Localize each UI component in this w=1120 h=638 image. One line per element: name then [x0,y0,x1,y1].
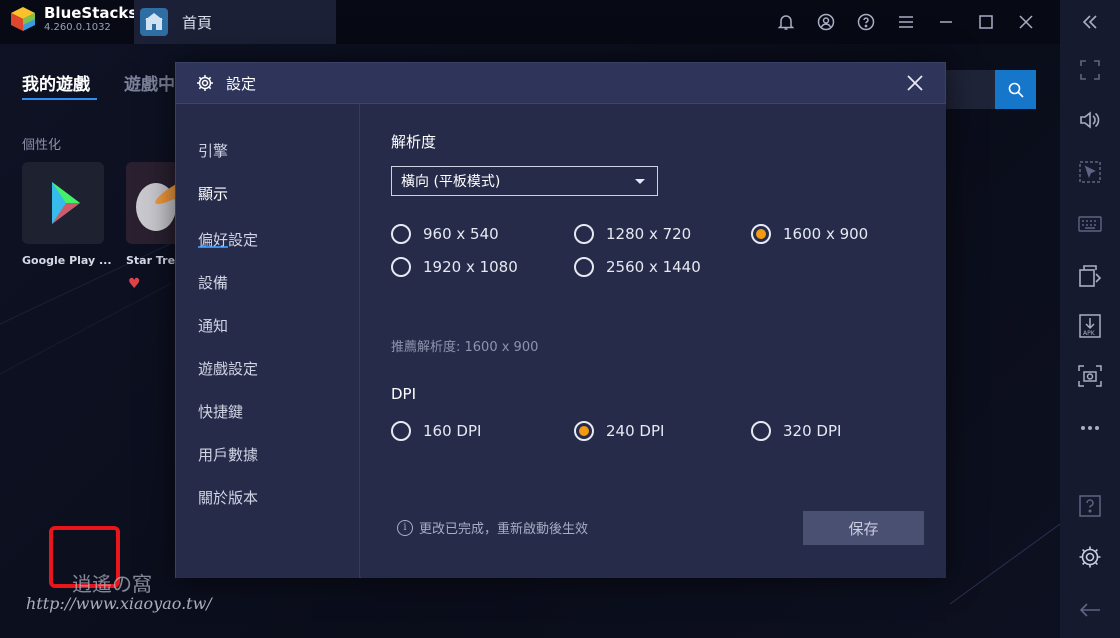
radio-dpi-240[interactable]: 240 DPI [574,421,664,441]
search-box[interactable] [944,70,1036,109]
pointer-mode-icon[interactable] [1060,152,1120,192]
close-icon [907,75,923,91]
nav-item-notifications[interactable]: 通知 [198,315,228,336]
collapse-sidebar-icon[interactable] [1060,0,1120,44]
orientation-select[interactable]: 橫向 (平板模式) [391,166,658,196]
radio-label: 160 DPI [423,422,482,440]
radio-res-1600x900[interactable]: 1600 x 900 [751,224,868,244]
help-icon[interactable] [846,0,886,44]
radio-circle [574,257,594,277]
multi-instance-icon[interactable] [1060,256,1120,296]
chevron-down-icon [635,179,645,184]
fullscreen-icon[interactable] [1060,50,1120,90]
settings-gear-icon[interactable] [1060,537,1120,577]
back-arrow-icon[interactable] [1060,590,1120,630]
tab-in-game[interactable]: 遊戲中 [124,70,175,95]
notification-bell-icon[interactable] [766,0,806,44]
nav-item-device[interactable]: 設備 [198,272,228,293]
keyboard-icon[interactable] [1060,204,1120,244]
close-window-icon[interactable] [1006,0,1046,44]
personalize-label[interactable]: 個性化 [22,134,61,153]
radio-label: 320 DPI [783,422,842,440]
dialog-gear-icon [197,75,213,91]
radio-dpi-320[interactable]: 320 DPI [751,421,841,441]
title-bar: BlueStacks 4.260.0.1032 首頁 [0,0,1060,44]
watermark-url: http://www.xiaoyao.tw/ [26,594,212,613]
radio-label: 240 DPI [606,422,665,440]
home-icon [140,8,168,36]
help-sidebar-icon[interactable] [1060,486,1120,526]
search-icon [1008,82,1024,98]
radio-circle-checked [574,421,594,441]
radio-res-1280x720[interactable]: 1280 x 720 [574,224,691,244]
resolution-title: 解析度 [391,133,437,151]
radio-res-2560x1440[interactable]: 2560 x 1440 [574,257,701,277]
display-settings-panel: 解析度 橫向 (平板模式) 960 x 540 1280 x 720 1600 … [361,104,946,578]
svg-text:APK: APK [1083,330,1096,337]
nav-item-preferences[interactable]: 偏好設定 [198,229,258,250]
google-play-icon [52,182,80,224]
radio-label: 960 x 540 [423,225,499,243]
screenshot-icon[interactable] [1060,356,1120,396]
google-play-label: Google Play ... [22,254,112,267]
radio-circle [574,224,594,244]
home-tab-label: 首頁 [182,13,213,32]
settings-nav: 引擎 顯示 偏好設定 設備 通知 遊戲設定 快捷鍵 用戶數據 關於版本 [176,104,360,578]
more-options-icon[interactable] [1060,408,1120,448]
install-apk-icon[interactable]: APK [1060,306,1120,346]
radio-res-960x540[interactable]: 960 x 540 [391,224,499,244]
nav-item-user-data[interactable]: 用戶數據 [198,444,258,465]
radio-circle [391,224,411,244]
app-version: 4.260.0.1032 [44,22,111,33]
nav-item-about[interactable]: 關於版本 [198,487,258,508]
nav-item-game-settings[interactable]: 遊戲設定 [198,358,258,379]
orientation-select-value: 橫向 (平板模式) [401,174,501,190]
nav-item-display[interactable]: 顯示 [198,183,228,204]
info-icon: i [397,519,413,536]
bluestacks-logo-icon [8,4,38,34]
close-dialog-button[interactable] [903,71,927,95]
restart-notice-text: 更改已完成，重新啟動後生效 [419,522,589,537]
radio-circle [751,421,771,441]
watermark-logo: 逍遙の窩 [72,572,152,596]
radio-circle-checked [751,224,771,244]
radio-dpi-160[interactable]: 160 DPI [391,421,481,441]
account-icon[interactable] [806,0,846,44]
radio-label: 1280 x 720 [606,225,692,243]
search-button[interactable] [995,70,1036,109]
radio-label: 1920 x 1080 [423,258,518,276]
nav-item-shortcuts[interactable]: 快捷鍵 [198,401,243,422]
app-name: BlueStacks [44,4,138,22]
settings-dialog: 設定 引擎 顯示 偏好設定 設備 通知 遊戲設定 快捷鍵 用戶數據 關於版本 解… [175,62,946,578]
heart-icon: ♥ [128,276,141,292]
star-trek-label: Star Trek [126,254,183,267]
dialog-header: 設定 [176,63,945,104]
save-button[interactable]: 保存 [803,511,924,545]
minimize-icon[interactable] [926,0,966,44]
dialog-title: 設定 [226,74,257,93]
radio-circle [391,421,411,441]
dpi-title: DPI [391,385,417,403]
radio-label: 2560 x 1440 [606,258,701,276]
recommended-resolution: 推薦解析度: 1600 x 900 [391,340,539,355]
nav-item-engine[interactable]: 引擎 [198,140,228,161]
radio-res-1920x1080[interactable]: 1920 x 1080 [391,257,518,277]
right-sidebar: APK [1060,0,1120,638]
tab-my-games[interactable]: 我的遊戲 [22,70,90,95]
radio-label: 1600 x 900 [783,225,869,243]
maximize-icon[interactable] [966,0,1006,44]
google-play-app-tile[interactable] [22,162,104,244]
my-games-underline [22,98,97,100]
brand: BlueStacks 4.260.0.1032 [8,4,137,34]
volume-icon[interactable] [1060,100,1120,140]
restart-notice: i 更改已完成，重新啟動後生效 [397,518,588,537]
menu-icon[interactable] [886,0,926,44]
tab-home[interactable]: 首頁 [134,0,336,44]
radio-circle [391,257,411,277]
